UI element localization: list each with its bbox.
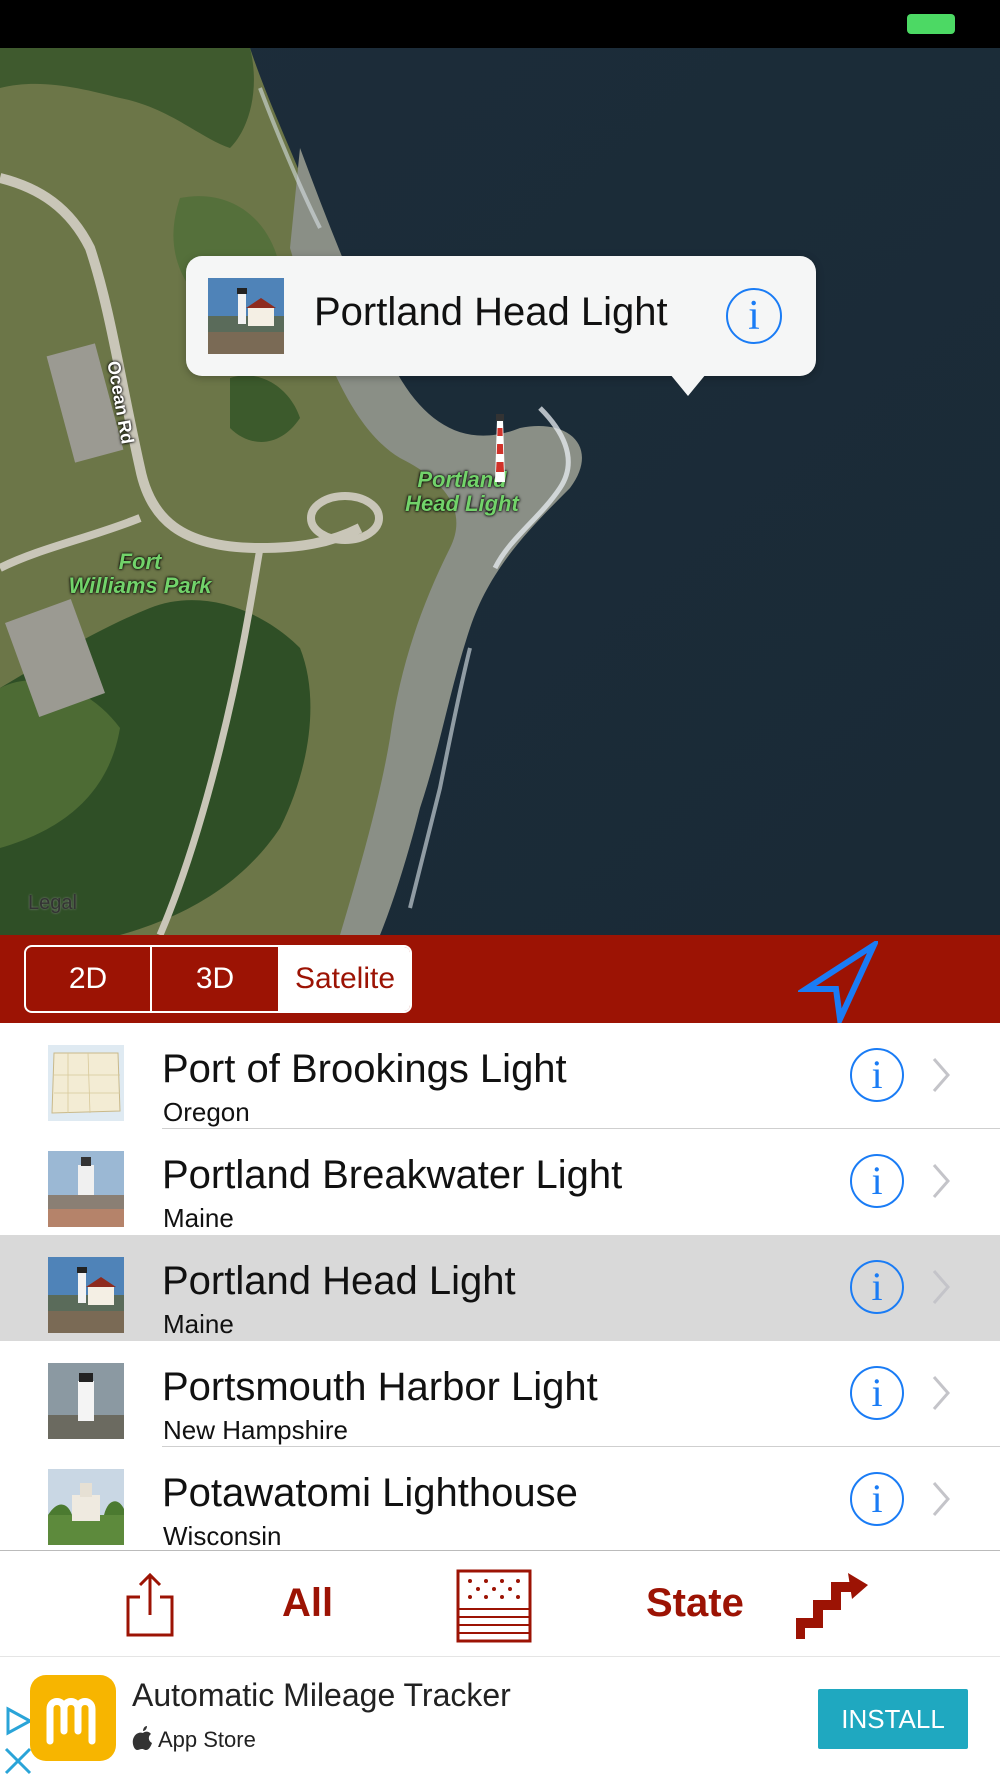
item-info-button[interactable]: i xyxy=(850,1472,904,1526)
item-subtitle: Maine xyxy=(163,1309,234,1339)
us-flag-icon[interactable] xyxy=(456,1569,532,1643)
chevron-right-icon xyxy=(932,1164,950,1198)
route-icon[interactable] xyxy=(796,1565,870,1641)
list-item[interactable]: Potawatomi Lighthouse Wisconsin i xyxy=(0,1447,1000,1550)
item-title: Portsmouth Harbor Light xyxy=(162,1365,598,1409)
chevron-right-icon xyxy=(932,1482,950,1516)
callout-lighthouse-thumbnail xyxy=(208,278,284,354)
list-item[interactable]: Portland Breakwater Light Maine i xyxy=(0,1129,1000,1235)
status-bar xyxy=(0,0,1000,48)
lighthouse-photo-thumbnail xyxy=(48,1469,124,1545)
all-button[interactable]: All xyxy=(282,1581,333,1626)
item-subtitle: Oregon xyxy=(163,1097,250,1127)
lighthouse-photo-thumbnail xyxy=(48,1257,124,1333)
oregon-map-thumbnail xyxy=(48,1045,124,1121)
item-subtitle: Maine xyxy=(163,1203,234,1233)
battery-icon xyxy=(907,14,955,34)
share-icon[interactable] xyxy=(124,1571,176,1639)
ad-app-title[interactable]: Automatic Mileage Tracker xyxy=(132,1677,511,1714)
park-map-label-text: Fort Williams Park xyxy=(68,549,212,598)
map-mode-segmented-control[interactable]: 2D 3D Satelite xyxy=(24,945,412,1013)
segment-satellite[interactable]: Satelite xyxy=(278,947,410,1011)
apple-icon xyxy=(132,1726,152,1750)
item-subtitle: Wisconsin xyxy=(163,1521,282,1550)
callout-title: Portland Head Light xyxy=(314,290,668,334)
lighthouse-photo-thumbnail xyxy=(48,1363,124,1439)
segment-2d[interactable]: 2D xyxy=(26,947,150,1011)
chevron-right-icon xyxy=(932,1058,950,1092)
callout-info-button[interactable]: i xyxy=(726,288,782,344)
item-title: Portland Breakwater Light xyxy=(162,1153,623,1197)
park-map-label: Fort Williams Park xyxy=(60,550,220,598)
chevron-right-icon xyxy=(932,1376,950,1410)
item-title: Port of Brookings Light xyxy=(162,1047,567,1091)
segment-3d[interactable]: 3D xyxy=(150,947,278,1011)
item-info-button[interactable]: i xyxy=(850,1048,904,1102)
install-button[interactable]: INSTALL xyxy=(818,1689,968,1749)
list-item-selected[interactable]: Portland Head Light Maine i xyxy=(0,1235,1000,1341)
ad-store-label: App Store xyxy=(158,1727,256,1752)
list-item[interactable]: Port of Brookings Light Oregon i xyxy=(0,1023,1000,1129)
lighthouse-map-label: Portland Head Light xyxy=(392,468,532,516)
state-button[interactable]: State xyxy=(646,1581,744,1626)
satellite-map[interactable]: Ocean Rd Portland Head Light Fort Williams… xyxy=(0,48,1000,935)
bottom-toolbar: All State xyxy=(0,1550,1000,1656)
lighthouse-photo-thumbnail xyxy=(48,1151,124,1227)
legal-link[interactable]: Legal xyxy=(28,892,77,915)
ad-banner[interactable]: Automatic Mileage Tracker App Store INST… xyxy=(0,1656,1000,1778)
lighthouse-pin-icon[interactable] xyxy=(492,412,508,482)
item-info-button[interactable]: i xyxy=(850,1154,904,1208)
mileage-app-icon[interactable] xyxy=(30,1675,116,1761)
item-info-button[interactable]: i xyxy=(850,1260,904,1314)
list-item[interactable]: Portsmouth Harbor Light New Hampshire i xyxy=(0,1341,1000,1447)
item-title: Potawatomi Lighthouse xyxy=(162,1471,578,1515)
lighthouse-list[interactable]: Port of Brookings Light Oregon i Portlan… xyxy=(0,1023,1000,1550)
map-callout[interactable]: Portland Head Light i xyxy=(186,256,816,396)
map-mode-bar: 2D 3D Satelite xyxy=(0,935,1000,1023)
item-title: Portland Head Light xyxy=(162,1259,516,1303)
chevron-right-icon xyxy=(932,1270,950,1304)
location-arrow-icon[interactable] xyxy=(798,941,878,1023)
item-info-button[interactable]: i xyxy=(850,1366,904,1420)
item-subtitle: New Hampshire xyxy=(163,1415,348,1445)
